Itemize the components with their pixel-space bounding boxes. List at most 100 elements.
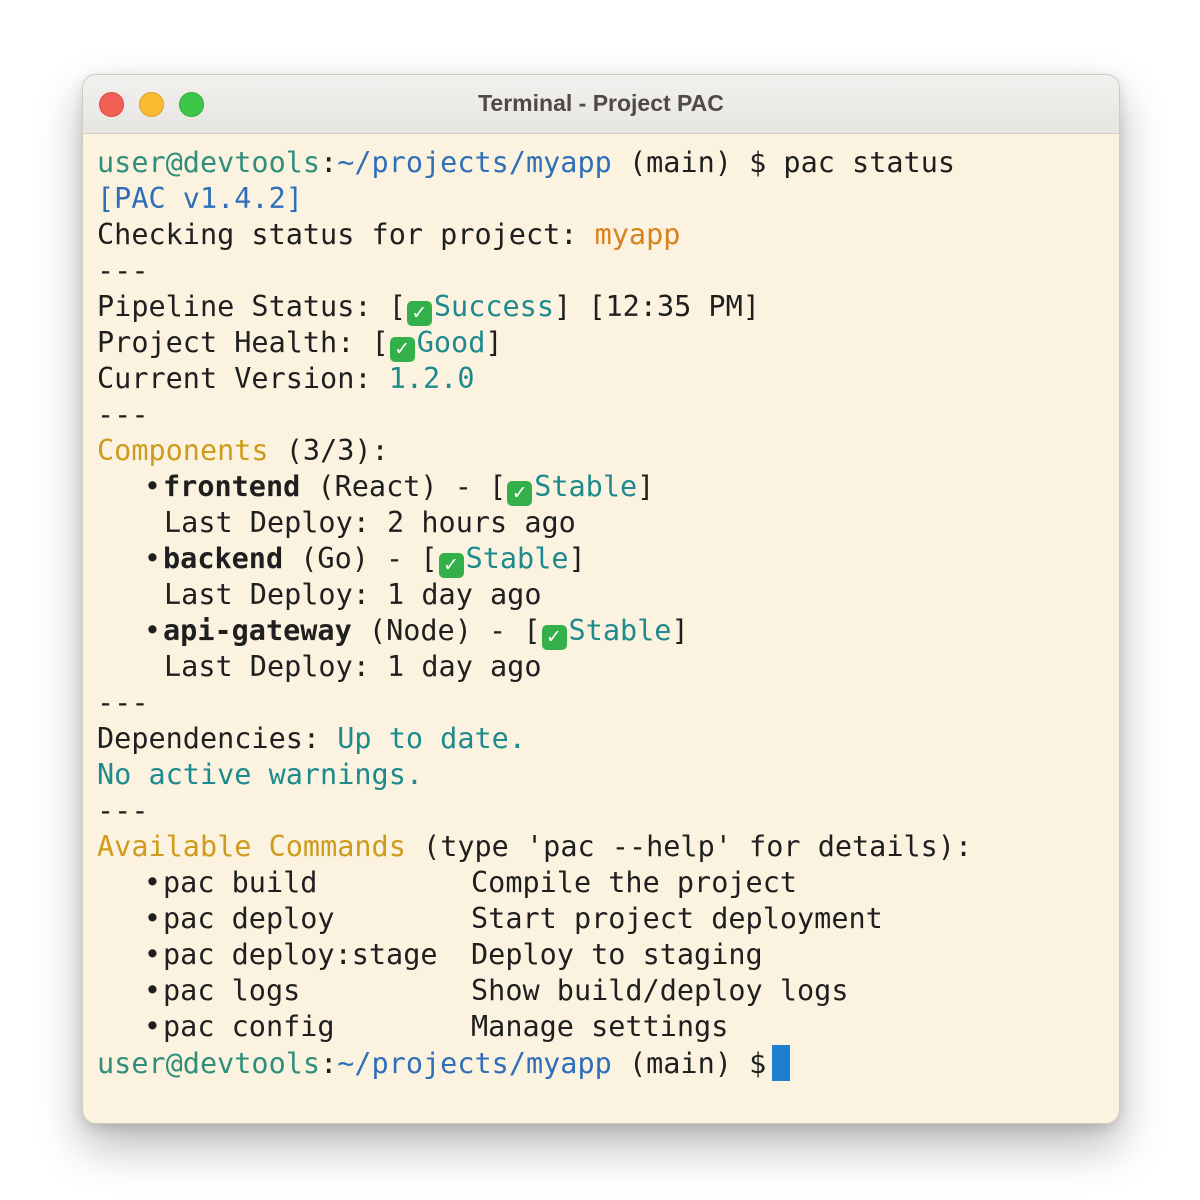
current-version-line: Current Version: 1.2.0 bbox=[97, 361, 1119, 397]
dependencies-line: Dependencies: Up to date. bbox=[97, 721, 1119, 757]
checking-line: Checking status for project: myapp bbox=[97, 217, 1119, 253]
prompt-path: ~/projects/myapp bbox=[337, 1047, 612, 1080]
project-health-line: Project Health: [✓ Good] bbox=[97, 325, 1119, 362]
separator: --- bbox=[97, 398, 149, 431]
prompt-symbol: $ bbox=[749, 1047, 767, 1080]
command-name: pac deploy:stage bbox=[163, 938, 438, 971]
components-count: (3/3): bbox=[268, 434, 389, 467]
prompt-user-host: user@devtools bbox=[97, 146, 321, 179]
component-last-deploy: Last Deploy: 1 day ago bbox=[164, 578, 542, 611]
command-name: pac build bbox=[163, 866, 318, 899]
command-name: pac config bbox=[163, 1010, 335, 1043]
component-tech: (Node) - bbox=[351, 614, 524, 647]
component-name: frontend bbox=[163, 470, 301, 503]
bullet-icon: • bbox=[143, 974, 161, 1007]
command-line: user@devtools:~/projects/myapp (main) $ … bbox=[97, 145, 1119, 181]
prompt-branch: (main) bbox=[628, 1047, 732, 1080]
close-bracket: ] bbox=[568, 542, 586, 575]
prompt-colon: : bbox=[320, 146, 338, 179]
version-value: 1.2.0 bbox=[388, 362, 475, 395]
check-icon: ✓ bbox=[406, 301, 432, 326]
separator: --- bbox=[97, 794, 149, 827]
health-label: Project Health: bbox=[97, 326, 372, 359]
open-bracket: [ bbox=[523, 614, 541, 647]
input-prompt-line[interactable]: user@devtools:~/projects/myapp (main) $ bbox=[97, 1045, 1119, 1081]
title-bar: Terminal - Project PAC bbox=[83, 75, 1119, 134]
bullet-icon: • bbox=[143, 470, 161, 503]
commands-hint: (type 'pac --help' for details): bbox=[405, 830, 973, 863]
terminal-window: Terminal - Project PAC user@devtools:~/p… bbox=[82, 74, 1120, 1124]
command-description: Compile the project bbox=[471, 866, 798, 899]
bullet-icon: • bbox=[143, 902, 161, 935]
component-last-deploy: Last Deploy: 1 day ago bbox=[164, 650, 542, 683]
prompt-colon: : bbox=[320, 1047, 338, 1080]
separator: --- bbox=[97, 254, 149, 287]
separator: --- bbox=[97, 686, 149, 719]
component-item: •backend (Go) - [✓ Stable] bbox=[97, 541, 1119, 578]
check-icon: ✓ bbox=[507, 481, 533, 506]
command-item: •pac deploy:stage Deploy to staging bbox=[97, 937, 1119, 973]
terminal-output[interactable]: user@devtools:~/projects/myapp (main) $ … bbox=[83, 134, 1119, 1081]
check-icon: ✓ bbox=[541, 625, 567, 650]
check-icon: ✓ bbox=[389, 337, 415, 362]
bullet-icon: • bbox=[143, 938, 161, 971]
command-description: Deploy to staging bbox=[471, 938, 763, 971]
component-status: Stable bbox=[568, 614, 672, 647]
component-name: backend bbox=[163, 542, 284, 575]
window-title: Terminal - Project PAC bbox=[478, 90, 724, 116]
command-description: Start project deployment bbox=[471, 902, 883, 935]
warnings-line: No active warnings. bbox=[97, 758, 424, 791]
commands-heading-commands: Commands bbox=[268, 830, 406, 863]
typed-command: pac status bbox=[783, 146, 956, 179]
dependencies-label: Dependencies: bbox=[97, 722, 338, 755]
close-bracket: ] bbox=[553, 290, 572, 323]
component-status: Stable bbox=[534, 470, 638, 503]
component-name: api-gateway bbox=[163, 614, 352, 647]
bullet-icon: • bbox=[143, 866, 161, 899]
prompt-user-host: user@devtools bbox=[97, 1047, 321, 1080]
open-bracket: [ bbox=[420, 542, 438, 575]
check-icon: ✓ bbox=[438, 553, 464, 578]
health-status: Good bbox=[416, 326, 486, 359]
components-title: Components bbox=[97, 434, 269, 467]
checking-label: Checking status for project: bbox=[97, 218, 595, 251]
commands-heading: Available Commands (type 'pac --help' fo… bbox=[97, 829, 1119, 865]
command-item: •pac deploy Start project deployment bbox=[97, 901, 1119, 937]
commands-heading-available: Available bbox=[97, 830, 252, 863]
close-bracket: ] bbox=[637, 470, 655, 503]
command-description: Show build/deploy logs bbox=[471, 974, 849, 1007]
version-line: [PAC v1.4.2] bbox=[97, 182, 303, 215]
open-bracket: [ bbox=[489, 470, 507, 503]
dependencies-value: Up to date. bbox=[337, 722, 526, 755]
component-tech: (Go) - bbox=[283, 542, 421, 575]
text-cursor[interactable] bbox=[772, 1045, 791, 1081]
command-item: •pac build Compile the project bbox=[97, 865, 1119, 901]
component-item: •frontend (React) - [✓ Stable] bbox=[97, 469, 1119, 506]
close-bracket: ] bbox=[671, 614, 689, 647]
command-description: Manage settings bbox=[471, 1010, 729, 1043]
component-status: Stable bbox=[465, 542, 569, 575]
bullet-icon: • bbox=[143, 1010, 161, 1043]
component-tech: (React) - bbox=[300, 470, 490, 503]
version-label: Current Version: bbox=[97, 362, 389, 395]
command-name: pac deploy bbox=[163, 902, 335, 935]
pipeline-status-line: Pipeline Status: [✓ Success] [12:35 PM] bbox=[97, 289, 1119, 326]
project-name: myapp bbox=[594, 218, 681, 251]
prompt-path: ~/projects/myapp bbox=[337, 146, 612, 179]
component-item: •api-gateway (Node) - [✓ Stable] bbox=[97, 613, 1119, 650]
open-bracket: [ bbox=[388, 290, 406, 323]
command-item: •pac logs Show build/deploy logs bbox=[97, 973, 1119, 1009]
pipeline-time: [12:35 PM] bbox=[588, 290, 760, 323]
components-heading: Components (3/3): bbox=[97, 433, 1119, 469]
close-bracket: ] bbox=[485, 326, 503, 359]
open-bracket: [ bbox=[371, 326, 389, 359]
pipeline-label: Pipeline Status: bbox=[97, 290, 389, 323]
prompt-symbol: $ bbox=[749, 146, 767, 179]
command-name: pac logs bbox=[163, 974, 301, 1007]
pipeline-status: Success bbox=[433, 290, 554, 323]
prompt-branch: (main) bbox=[628, 146, 732, 179]
bullet-icon: • bbox=[143, 542, 161, 575]
bullet-icon: • bbox=[143, 614, 161, 647]
component-last-deploy: Last Deploy: 2 hours ago bbox=[164, 506, 576, 539]
command-item: •pac config Manage settings bbox=[97, 1009, 1119, 1045]
